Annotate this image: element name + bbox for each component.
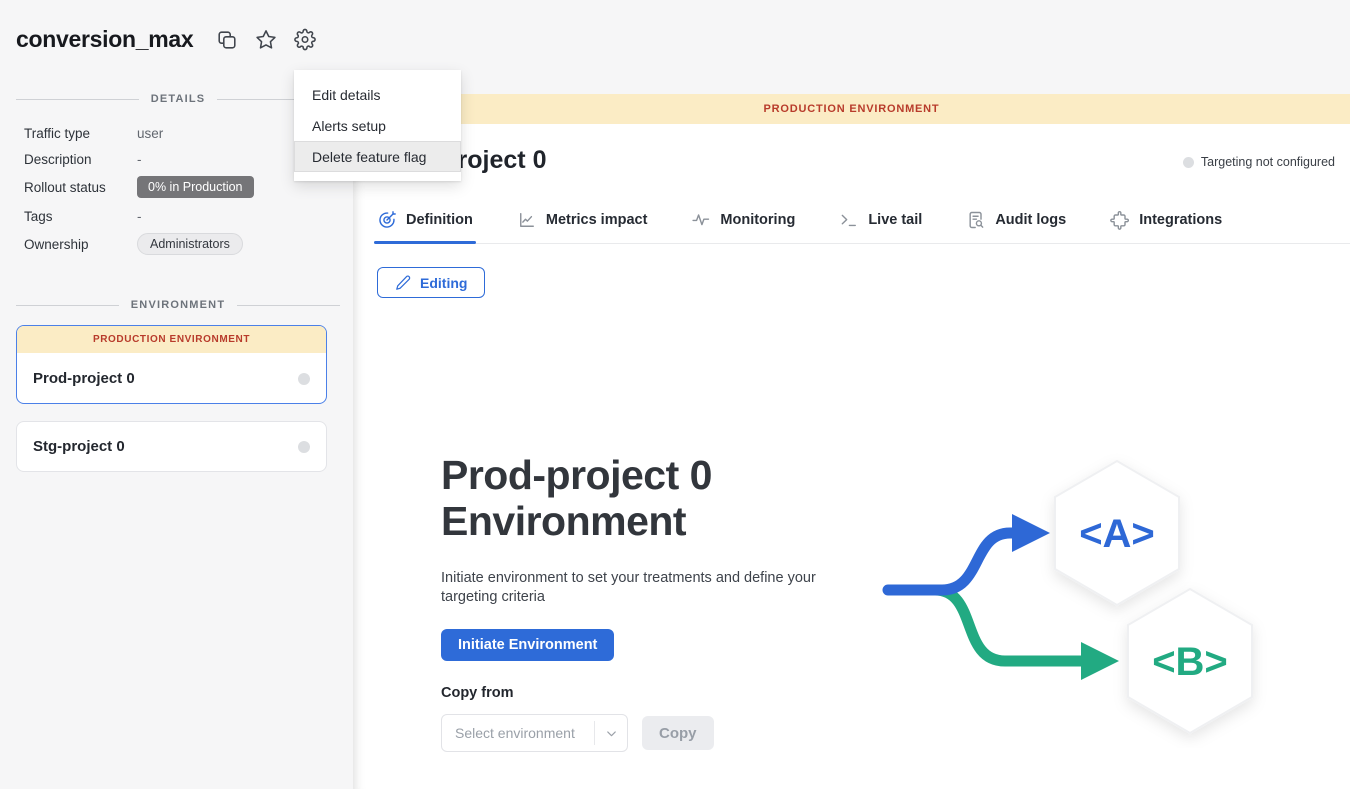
tab-label: Monitoring: [720, 212, 795, 228]
tab-bar: Definition Metrics impact Monitoring: [377, 210, 1350, 244]
environment-select-placeholder: Select environment: [442, 725, 575, 741]
environment-description: Initiate environment to set your treatme…: [441, 569, 816, 608]
rollout-status-badge: 0% in Production: [137, 176, 254, 198]
pencil-icon: [395, 274, 412, 291]
flag-name: conversion_max: [16, 26, 193, 53]
environment-card-stg[interactable]: Stg-project 0: [16, 421, 327, 472]
tab-label: Definition: [406, 212, 473, 228]
copy-button[interactable]: Copy: [642, 716, 714, 750]
tab-label: Audit logs: [995, 212, 1066, 228]
menu-item-edit-details[interactable]: Edit details: [294, 79, 461, 110]
targeting-status-dot: [1183, 157, 1194, 168]
detail-row-tags: Tags -: [24, 209, 142, 224]
detail-label: Ownership: [24, 237, 137, 252]
editing-button-label: Editing: [420, 275, 467, 291]
copy-from-label: Copy from: [441, 685, 514, 701]
environment-card-row: Stg-project 0: [17, 422, 326, 471]
copy-icon[interactable]: [216, 29, 238, 51]
editing-button[interactable]: Editing: [377, 267, 485, 298]
green-arrowhead: [1081, 642, 1119, 680]
divider: [237, 305, 340, 306]
details-section-header: DETAILS: [16, 93, 340, 105]
menu-item-delete-feature-flag[interactable]: Delete feature flag: [294, 141, 461, 172]
environment-title: ENVIRONMENT: [131, 299, 225, 311]
detail-value: user: [137, 126, 163, 141]
gear-icon[interactable]: [294, 29, 316, 51]
environment-heading: Prod-project 0 Environment: [441, 452, 791, 545]
pulse-icon: [691, 210, 711, 230]
tab-monitoring[interactable]: Monitoring: [691, 210, 795, 230]
divider: [16, 305, 119, 306]
detail-label: Description: [24, 152, 137, 167]
initiate-environment-button[interactable]: Initiate Environment: [441, 629, 614, 661]
tab-metrics-impact[interactable]: Metrics impact: [517, 210, 648, 230]
blue-branch-arrow: [888, 533, 1014, 590]
detail-row-description: Description -: [24, 152, 142, 167]
flag-header: conversion_max: [16, 26, 316, 53]
environment-name: Prod-project 0: [33, 370, 135, 387]
detail-value: -: [137, 209, 142, 224]
status-dot: [298, 441, 310, 453]
environment-select[interactable]: Select environment: [441, 714, 628, 752]
document-search-icon: [966, 210, 986, 230]
target-icon: [377, 210, 397, 230]
puzzle-icon: [1110, 210, 1130, 230]
detail-value: -: [137, 152, 142, 167]
detail-row-ownership: Ownership Administrators: [24, 233, 243, 255]
menu-item-alerts-setup[interactable]: Alerts setup: [294, 110, 461, 141]
tab-audit-logs[interactable]: Audit logs: [966, 210, 1066, 230]
targeting-status-label: Targeting not configured: [1201, 155, 1335, 169]
terminal-icon: [839, 210, 859, 230]
ab-split-illustration: <A> <B>: [880, 448, 1280, 748]
tab-label: Integrations: [1139, 212, 1222, 228]
status-dot: [298, 373, 310, 385]
variant-a-label: <A>: [1079, 512, 1155, 556]
production-environment-banner: PRODUCTION ENVIRONMENT: [353, 94, 1350, 124]
details-title: DETAILS: [151, 93, 206, 105]
tab-label: Live tail: [868, 212, 922, 228]
detail-row-rollout-status: Rollout status 0% in Production: [24, 176, 254, 198]
divider: [16, 99, 139, 100]
blue-arrowhead: [1012, 514, 1050, 552]
detail-label: Traffic type: [24, 126, 137, 141]
environment-section-header: ENVIRONMENT: [16, 299, 340, 311]
main-panel: PRODUCTION ENVIRONMENT Prod-project 0 Ta…: [353, 0, 1350, 789]
chevron-down-icon: [594, 721, 627, 745]
ownership-badge[interactable]: Administrators: [137, 233, 243, 255]
tab-live-tail[interactable]: Live tail: [839, 210, 922, 230]
detail-label: Rollout status: [24, 180, 137, 195]
targeting-status: Targeting not configured: [1183, 155, 1335, 169]
detail-row-traffic-type: Traffic type user: [24, 126, 163, 141]
environment-card-prod[interactable]: PRODUCTION ENVIRONMENT Prod-project 0: [16, 325, 327, 404]
star-icon[interactable]: [255, 29, 277, 51]
settings-dropdown-menu: Edit details Alerts setup Delete feature…: [294, 70, 461, 181]
tab-definition[interactable]: Definition: [377, 210, 473, 230]
tab-label: Metrics impact: [546, 212, 648, 228]
production-environment-banner: PRODUCTION ENVIRONMENT: [17, 326, 326, 353]
chart-line-icon: [517, 210, 537, 230]
environment-name: Stg-project 0: [33, 438, 125, 455]
tab-integrations[interactable]: Integrations: [1110, 210, 1222, 230]
green-branch-arrow: [935, 590, 1083, 661]
detail-label: Tags: [24, 209, 137, 224]
copy-from-controls: Select environment Copy: [441, 714, 714, 752]
feature-flag-page: conversion_max DETAILS: [0, 0, 1350, 789]
environment-card-row: Prod-project 0: [17, 353, 326, 404]
variant-b-label: <B>: [1152, 640, 1228, 684]
